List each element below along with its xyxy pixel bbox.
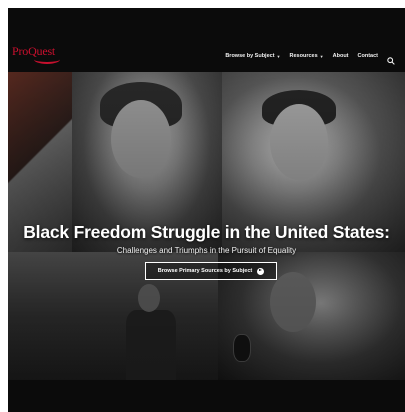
nav-item-label: Contact	[357, 53, 378, 59]
hero-subtitle: Challenges and Triumphs in the Pursuit o…	[116, 246, 297, 255]
nav-browse-by-subject[interactable]: Browse by Subject ▼	[225, 53, 280, 59]
proquest-logo[interactable]: ProQuest	[12, 44, 68, 64]
nav-about[interactable]: About	[333, 53, 349, 59]
nav-item-label: Resources	[289, 53, 318, 59]
chevron-down-icon: ▼	[319, 53, 324, 59]
play-circle-icon	[257, 267, 265, 275]
hero-title: Black Freedom Struggle in the United Sta…	[23, 222, 390, 242]
page-frame: ProQuest Browse by Subject ▼ Resources ▼…	[8, 8, 405, 412]
browse-primary-sources-button[interactable]: Browse Primary Sources by Subject	[145, 262, 277, 280]
nav-contact[interactable]: Contact	[358, 53, 378, 59]
nav-resources[interactable]: Resources ▼	[290, 53, 324, 59]
chevron-down-icon: ▼	[276, 53, 281, 59]
logo-swoosh	[34, 55, 60, 64]
nav-item-label: About	[332, 53, 349, 59]
search-icon[interactable]	[387, 52, 395, 65]
main-nav: Browse by Subject ▼ Resources ▼ About Co…	[225, 52, 395, 65]
site-header: ProQuest Browse by Subject ▼ Resources ▼…	[8, 8, 405, 72]
button-label: Browse Primary Sources by Subject	[157, 268, 253, 274]
bottom-bar	[8, 380, 405, 412]
hero-banner: Black Freedom Struggle in the United Sta…	[8, 72, 405, 380]
nav-item-label: Browse by Subject	[225, 53, 275, 59]
